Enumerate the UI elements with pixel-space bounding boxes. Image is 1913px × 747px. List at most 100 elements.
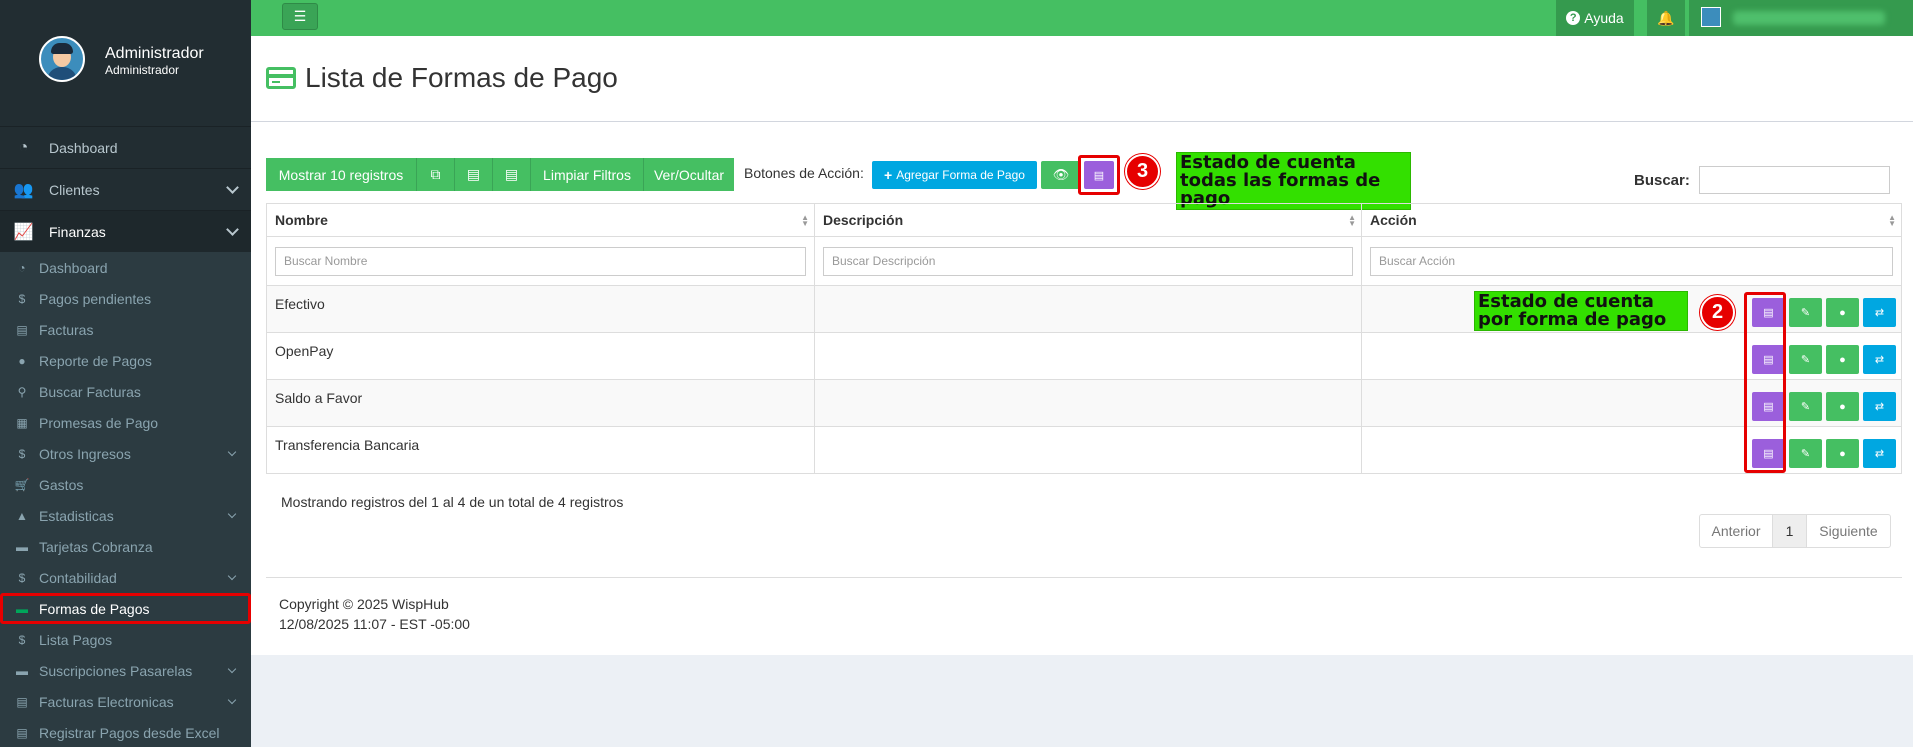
sidebar-item-label: Finanzas [49, 223, 106, 240]
payment-methods-table: Nombre ▲▼ Descripción ▲▼ Acción ▲▼ Efectivo… [266, 203, 1902, 474]
column-header-descripcion[interactable]: Descripción ▲ ▼ [814, 203, 1362, 237]
view-button[interactable]: ● [1826, 392, 1859, 421]
submenu-item-label: Promesas de Pago [39, 414, 159, 431]
submenu-item-promesas[interactable]: ▦ Promesas de Pago [0, 407, 251, 438]
view-button[interactable]: 👁 [1041, 161, 1081, 189]
submenu-item-formas-de-pagos[interactable]: ▬ Formas de Pagos [0, 593, 251, 624]
submenu-item-contabilidad[interactable]: $ Contabilidad [0, 562, 251, 593]
submenu-item-otros-ingresos[interactable]: $ Otros Ingresos [0, 438, 251, 469]
search-input[interactable] [1699, 166, 1890, 194]
filter-accion-input[interactable] [1370, 246, 1893, 276]
exchange-icon: ⇄ [1874, 354, 1885, 366]
eye-icon: ● [1839, 400, 1846, 413]
submenu-item-facturas-electronicas[interactable]: ▤ Facturas Electronicas [0, 686, 251, 717]
sidebar-item-finanzas[interactable]: 📈 Finanzas [0, 210, 251, 252]
copyright: Copyright © 2025 WispHub [279, 596, 449, 612]
sidebar-item-clientes[interactable]: 👥 Clientes [0, 168, 251, 210]
edit-button[interactable]: ✎ [1789, 298, 1822, 327]
page-1-button[interactable]: 1 [1773, 515, 1807, 547]
sidebar-item-dashboard[interactable]: ◔ Dashboard [0, 126, 251, 168]
pagination: Anterior 1 Siguiente [1699, 514, 1891, 548]
menu-toggle-button[interactable]: ☰ [282, 3, 318, 30]
submenu-item-reporte-pagos[interactable]: ● Reporte de Pagos [0, 345, 251, 376]
edit-button[interactable]: ✎ [1789, 392, 1822, 421]
submenu-item-label: Facturas Electronicas [39, 693, 174, 710]
top-navbar: ☰ ? Ayuda 🔔 [251, 0, 1913, 36]
view-button[interactable]: ● [1826, 298, 1859, 327]
question-circle-icon: ? [1566, 11, 1581, 25]
user-panel: Administrador Administrador [0, 0, 251, 126]
dashboard-icon: ◔ [18, 138, 29, 156]
chevron-down-icon [227, 447, 237, 457]
sidebar-item-label: Dashboard [49, 139, 118, 156]
filter-nombre-input[interactable] [275, 246, 806, 276]
transfer-button[interactable]: ⇄ [1863, 298, 1896, 327]
credit-card-icon [266, 67, 296, 89]
edit-button[interactable]: ✎ [1789, 439, 1822, 468]
filter-descripcion-input[interactable] [823, 246, 1353, 276]
sidebar: Administrador Administrador ◔ Dashboard … [0, 0, 251, 747]
dollar-icon: $ [18, 291, 26, 306]
submenu-item-dashboard[interactable]: ◔ Dashboard [0, 252, 251, 283]
sort-icon: ▲ ▼ [1888, 213, 1896, 228]
submenu-item-estadisticas[interactable]: ▲ Estadisticas [0, 500, 251, 531]
submenu-item-registrar-excel[interactable]: ▤ Registrar Pagos desde Excel [0, 717, 251, 747]
chevron-down-icon [226, 223, 239, 236]
cell-nombre: Efectivo [266, 285, 815, 333]
prev-page-button[interactable]: Anterior [1700, 515, 1773, 547]
submenu-item-label: Dashboard [39, 259, 108, 276]
dashboard-icon: ◔ [18, 260, 26, 275]
cell-nombre: Saldo a Favor [266, 379, 815, 427]
pdf-button[interactable]: ▤ [493, 158, 531, 191]
annotation-note-3: Estado de cuenta todas las formas de pag… [1176, 152, 1411, 210]
view-button[interactable]: ● [1826, 345, 1859, 374]
exchange-icon: ⇄ [1874, 448, 1885, 460]
submenu-item-suscripciones[interactable]: ▬ Suscripciones Pasarelas [0, 655, 251, 686]
submenu-item-buscar-facturas[interactable]: ⚲ Buscar Facturas [0, 376, 251, 407]
users-icon: 👥 [13, 181, 34, 199]
filter-row [266, 236, 1902, 286]
transfer-button[interactable]: ⇄ [1863, 392, 1896, 421]
edit-icon: ✎ [1800, 448, 1811, 460]
submenu-item-facturas[interactable]: ▤ Facturas [0, 314, 251, 345]
search-icon: ⚲ [17, 384, 27, 399]
add-payment-method-button[interactable]: + Agregar Forma de Pago [872, 161, 1037, 189]
file-icon: ▤ [1093, 169, 1105, 182]
credit-card-icon: ▬ [16, 601, 28, 616]
user-menu-button[interactable] [1689, 0, 1913, 36]
transfer-button[interactable]: ⇄ [1863, 439, 1896, 468]
filter-cell [1361, 236, 1902, 286]
submenu-item-lista-pagos[interactable]: $ Lista Pagos [0, 624, 251, 655]
toggle-columns-button[interactable]: Ver/Ocultar [644, 158, 734, 191]
dollar-icon: $ [18, 570, 26, 585]
column-header-nombre[interactable]: Nombre ▲ ▼ [266, 203, 815, 237]
cell-nombre: OpenPay [266, 332, 815, 380]
copy-button[interactable]: ⧉ [417, 158, 455, 191]
submenu-item-gastos[interactable]: 🛒 Gastos [0, 469, 251, 500]
eye-icon: ● [1839, 306, 1846, 319]
table-row: Saldo a Favor [266, 379, 1902, 427]
notifications-button[interactable]: 🔔 [1647, 0, 1685, 36]
transfer-button[interactable]: ⇄ [1863, 345, 1896, 374]
next-page-button[interactable]: Siguiente [1807, 515, 1890, 547]
calendar-icon: ▦ [16, 415, 28, 430]
help-button[interactable]: ? Ayuda [1556, 0, 1634, 36]
submenu-item-label: Facturas [39, 321, 94, 338]
user-name: Administrador [105, 45, 204, 62]
all-statement-button[interactable]: ▤ [1084, 161, 1114, 189]
submenu-item-pagos-pendientes[interactable]: $ Pagos pendientes [0, 283, 251, 314]
submenu-item-label: Lista Pagos [39, 631, 113, 648]
submenu-item-label: Gastos [39, 476, 84, 493]
filter-cell [814, 236, 1362, 286]
excel-button[interactable]: ▤ [455, 158, 493, 191]
edit-icon: ✎ [1800, 307, 1811, 319]
edit-icon: ✎ [1800, 401, 1811, 413]
show-records-button[interactable]: Mostrar 10 registros [266, 158, 417, 191]
submenu-item-tarjetas[interactable]: ▬ Tarjetas Cobranza [0, 531, 251, 562]
view-button[interactable]: ● [1826, 439, 1859, 468]
column-label: Nombre [275, 212, 328, 228]
edit-button[interactable]: ✎ [1789, 345, 1822, 374]
footer: Copyright © 2025 WispHub 12/08/2025 11:0… [266, 577, 1902, 634]
clear-filters-button[interactable]: Limpiar Filtros [531, 158, 644, 191]
column-header-accion[interactable]: Acción ▲ ▼ [1361, 203, 1902, 237]
